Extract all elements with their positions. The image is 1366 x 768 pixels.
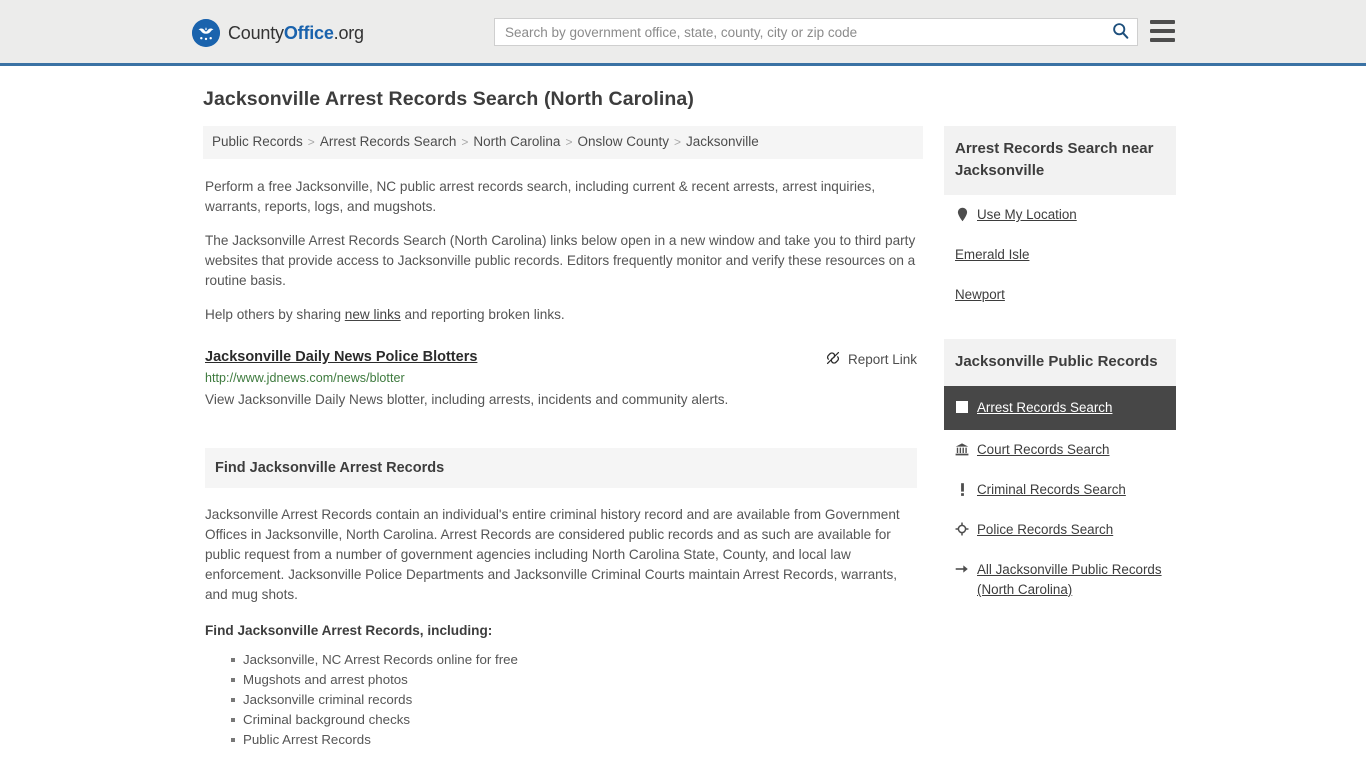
sidebar-records-label[interactable]: Police Records Search: [977, 520, 1113, 540]
section-body-text: Jacksonville Arrest Records contain an i…: [205, 506, 900, 602]
section-sub-heading: Find Jacksonville Arrest Records, includ…: [205, 622, 493, 638]
handcuffs-square-icon: [955, 398, 969, 416]
new-links-link[interactable]: new links: [345, 307, 401, 322]
sidebar-records-list: Arrest Records Search Court Records Sear…: [944, 386, 1176, 610]
page-columns: Public Records > Arrest Records Search > Nor…: [0, 126, 1366, 750]
result-item: Jacksonville Daily News Police Blotters …: [205, 348, 917, 407]
breadcrumb-separator: >: [461, 135, 469, 149]
exclamation-icon: [955, 480, 969, 498]
intro-paragraph-2: The Jacksonville Arrest Records Search (…: [205, 232, 916, 288]
site-logo-text: CountyOffice.org: [228, 24, 364, 42]
logo-text-org: .org: [333, 23, 364, 43]
breadcrumb: Public Records > Arrest Records Search > Nor…: [203, 126, 923, 159]
intro-paragraph-1: Perform a free Jacksonville, NC public a…: [205, 178, 876, 214]
sidebar-nearby-list: Use My Location Emerald Isle Newport: [944, 195, 1176, 315]
list-item: Jacksonville criminal records: [231, 690, 923, 710]
logo-text-office: Office: [283, 23, 334, 43]
sidebar-item-police-records-search[interactable]: Police Records Search: [944, 510, 1176, 550]
report-link-button[interactable]: Report Link: [825, 350, 917, 369]
site-logo[interactable]: CountyOffice.org: [192, 19, 364, 47]
sidebar-records-heading: Jacksonville Public Records: [944, 339, 1176, 386]
sidebar-item-criminal-records-search[interactable]: Criminal Records Search: [944, 470, 1176, 510]
sidebar-nearby-heading: Arrest Records Search near Jacksonville: [944, 126, 1176, 195]
eagle-seal-icon: [192, 19, 220, 47]
arrow-right-icon: [955, 560, 969, 578]
section-heading: Find Jacksonville Arrest Records: [205, 447, 917, 488]
sidebar: Arrest Records Search near Jacksonville …: [944, 126, 1176, 750]
sidebar-item-emerald-isle[interactable]: Emerald Isle: [944, 235, 1176, 275]
sidebar-nearby-label[interactable]: Emerald Isle: [955, 245, 1029, 265]
logo-text-county: County: [228, 23, 284, 43]
sidebar-nearby-label[interactable]: Use My Location: [977, 205, 1077, 225]
hamburger-bar-3: [1150, 38, 1175, 42]
sidebar-records-label[interactable]: All Jacksonville Public Records (North C…: [977, 560, 1165, 600]
hamburger-bar-2: [1150, 29, 1175, 33]
sidebar-item-all-public-records[interactable]: All Jacksonville Public Records (North C…: [944, 550, 1176, 610]
sidebar-item-use-my-location[interactable]: Use My Location: [944, 195, 1176, 235]
result-description: View Jacksonville Daily News blotter, in…: [205, 391, 729, 407]
breadcrumb-separator: >: [565, 135, 573, 149]
search-input[interactable]: [495, 19, 1103, 45]
sidebar-item-arrest-records-search[interactable]: Arrest Records Search: [944, 386, 1176, 430]
list-item: Mugshots and arrest photos: [231, 670, 923, 690]
breadcrumb-separator: >: [307, 135, 315, 149]
list-item: Jacksonville, NC Arrest Records online f…: [231, 650, 923, 670]
hamburger-menu-icon[interactable]: [1150, 20, 1175, 42]
hamburger-bar-1: [1150, 20, 1175, 24]
breadcrumb-separator: >: [674, 135, 682, 149]
breadcrumb-item-north-carolina[interactable]: North Carolina: [473, 134, 560, 149]
report-link-label: Report Link: [847, 351, 917, 367]
sidebar-records-label[interactable]: Court Records Search: [977, 440, 1109, 460]
breadcrumb-item-arrest-records-search[interactable]: Arrest Records Search: [320, 134, 457, 149]
main-content: Public Records > Arrest Records Search > Nor…: [203, 126, 923, 750]
share-text-after: and reporting broken links.: [400, 306, 565, 322]
intro-paragraph-3: Help others by sharing new links and rep…: [205, 305, 917, 325]
breadcrumb-item-jacksonville[interactable]: Jacksonville: [686, 134, 759, 149]
sidebar-item-court-records-search[interactable]: Court Records Search: [944, 430, 1176, 470]
breadcrumb-item-onslow-county[interactable]: Onslow County: [577, 134, 669, 149]
courthouse-icon: [955, 440, 969, 458]
sidebar-records-label[interactable]: Criminal Records Search: [977, 480, 1126, 500]
map-pin-icon: [955, 205, 969, 223]
police-badge-icon: [955, 520, 969, 538]
sidebar-card-public-records: Jacksonville Public Records Arrest Recor…: [944, 339, 1176, 610]
sidebar-nearby-label[interactable]: Newport: [955, 285, 1005, 305]
records-bullet-list: Jacksonville, NC Arrest Records online f…: [203, 650, 923, 750]
list-item: Public Arrest Records: [231, 730, 923, 750]
sidebar-card-nearby: Arrest Records Search near Jacksonville …: [944, 126, 1176, 315]
breadcrumb-item-public-records[interactable]: Public Records: [212, 134, 303, 149]
result-title-link[interactable]: Jacksonville Daily News Police Blotters: [205, 349, 477, 365]
sidebar-item-newport[interactable]: Newport: [944, 275, 1176, 315]
search-icon: [1112, 22, 1129, 42]
result-url[interactable]: http://www.jdnews.com/news/blotter: [205, 371, 917, 385]
broken-link-icon: [825, 350, 841, 369]
list-item: Criminal background checks: [231, 710, 923, 730]
search-button[interactable]: [1103, 19, 1137, 45]
search-bar[interactable]: [494, 18, 1138, 46]
share-text-before: Help others by sharing: [205, 306, 345, 322]
page-title: Jacksonville Arrest Records Search (Nort…: [203, 88, 694, 110]
sidebar-records-label[interactable]: Arrest Records Search: [977, 398, 1112, 418]
site-header: CountyOffice.org: [0, 0, 1366, 66]
